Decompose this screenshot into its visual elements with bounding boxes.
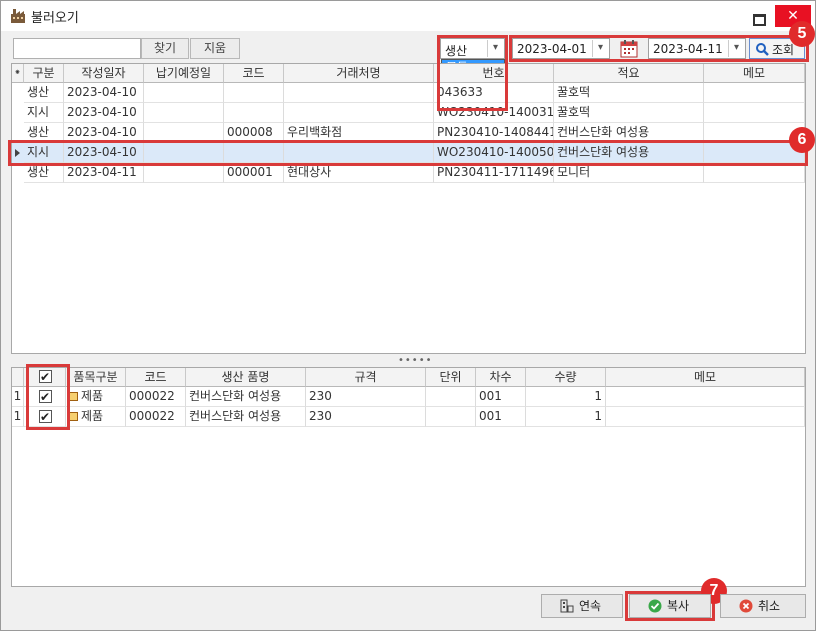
table-cell[interactable]: 000022 (126, 387, 186, 407)
highlight-box-checkboxes (26, 364, 70, 430)
cancel-label: 취소 (758, 599, 781, 613)
title-bar: 불러오기 ✕ (1, 1, 815, 31)
factory-icon (11, 9, 25, 23)
col-header-memo[interactable]: 메모 (704, 64, 805, 83)
table-cell[interactable] (426, 407, 476, 427)
check-circle-icon (648, 599, 662, 613)
table-cell[interactable]: 230 (306, 387, 426, 407)
table-cell[interactable]: 모니터 (554, 163, 704, 183)
table-cell[interactable]: 꿀호떡 (554, 103, 704, 123)
grid-corner: ⁕ (12, 64, 24, 83)
table-row[interactable]: 1제품000022컨버스단화 여성용2300011 (12, 387, 805, 407)
col-header-type[interactable]: 구분 (24, 64, 64, 83)
search-input[interactable] (13, 38, 141, 59)
table-row[interactable]: 1제품000022컨버스단화 여성용2300011 (12, 407, 805, 427)
table-cell[interactable]: 1 (526, 407, 606, 427)
table-cell[interactable]: 1 (526, 387, 606, 407)
table-cell[interactable] (606, 407, 805, 427)
copy-label: 복사 (667, 599, 690, 613)
col-header-product-name[interactable]: 생산 품명 (186, 368, 306, 387)
step-badge-6: 6 (789, 127, 815, 153)
table-cell[interactable]: 000022 (126, 407, 186, 427)
table-cell[interactable] (144, 103, 224, 123)
minimize-button[interactable] (746, 6, 770, 26)
table-cell[interactable] (704, 163, 805, 183)
table-cell[interactable] (426, 387, 476, 407)
item-type-label: 제품 (81, 409, 104, 423)
col-header-client[interactable]: 거래처명 (284, 64, 434, 83)
product-icon (69, 412, 78, 421)
table-cell[interactable] (284, 103, 434, 123)
table-row[interactable]: 지시2023-04-10WO230410-14003190꿀호떡 (12, 103, 805, 123)
item-type-label: 제품 (81, 389, 104, 403)
table-cell[interactable]: 지시 (24, 103, 64, 123)
col-header-item-type[interactable]: 품목구분 (66, 368, 126, 387)
continuous-label: 연속 (579, 599, 602, 613)
table-cell[interactable]: 2023-04-10 (64, 103, 144, 123)
grid-corner (12, 368, 24, 387)
product-icon (69, 392, 78, 401)
table-cell[interactable] (284, 83, 434, 103)
table-row[interactable]: 생산 2023-04-11 000001 현대상사 PN230411-17114967 모… (12, 163, 805, 183)
table-cell[interactable]: 000001 (224, 163, 284, 183)
splitter-handle[interactable]: ••••• (398, 355, 433, 366)
row-number: 1 (12, 407, 24, 427)
table-cell[interactable] (144, 163, 224, 183)
highlight-box-type (437, 35, 508, 111)
table-cell[interactable]: 제품 (66, 387, 126, 407)
table-cell[interactable]: 001 (476, 387, 526, 407)
find-button[interactable]: 찾기 (141, 38, 189, 59)
table-cell[interactable]: PN230411-17114967 (434, 163, 554, 183)
col-header-unit[interactable]: 단위 (426, 368, 476, 387)
item-detail-grid: 품목구분 코드 생산 품명 규격 단위 차수 수량 메모 1 제품 000022컨버… (11, 367, 806, 587)
table-cell[interactable]: 제품 (66, 407, 126, 427)
table-cell[interactable]: 001 (476, 407, 526, 427)
col-header-quantity[interactable]: 수량 (526, 368, 606, 387)
col-header-code[interactable]: 코드 (224, 64, 284, 83)
table-cell[interactable]: 230 (306, 407, 426, 427)
col-header-item-memo[interactable]: 메모 (606, 368, 805, 387)
col-header-summary[interactable]: 적요 (554, 64, 704, 83)
continuous-icon (560, 599, 574, 613)
table-cell[interactable] (224, 103, 284, 123)
table-cell[interactable] (606, 387, 805, 407)
table-cell[interactable]: 2023-04-11 (64, 163, 144, 183)
step-badge-5: 5 (789, 21, 815, 47)
col-header-spec[interactable]: 규격 (306, 368, 426, 387)
table-cell[interactable]: 컨버스단화 여성용 (186, 407, 306, 427)
cancel-icon (739, 599, 753, 613)
col-header-date[interactable]: 작성일자 (64, 64, 144, 83)
continuous-button[interactable]: 연속 (541, 594, 623, 618)
table-row[interactable]: 생산 2023-04-10 043633 꿀호떡 (12, 83, 805, 103)
table-cell[interactable]: 꿀호떡 (554, 83, 704, 103)
table-cell[interactable] (704, 83, 805, 103)
table-cell[interactable]: 컨버스단화 여성용 (186, 387, 306, 407)
table-cell[interactable] (144, 83, 224, 103)
clear-button[interactable]: 지움 (190, 38, 240, 59)
copy-button[interactable]: 복사 (629, 594, 711, 618)
col-header-due-date[interactable]: 납기예정일 (144, 64, 224, 83)
table-cell[interactable]: 2023-04-10 (64, 83, 144, 103)
highlight-box-selected-row (8, 140, 808, 166)
row-number: 1 (12, 387, 24, 407)
table-cell[interactable] (704, 103, 805, 123)
import-dialog: 불러오기 ✕ 찾기 지움 생산 ▾ 모두 지시 생산 2023-04-01 ▾ … (0, 0, 816, 631)
table-cell[interactable]: 현대상사 (284, 163, 434, 183)
cancel-button[interactable]: 취소 (720, 594, 806, 618)
table-cell[interactable]: 생산 (24, 83, 64, 103)
window-title: 불러오기 (31, 11, 79, 26)
col-header-round[interactable]: 차수 (476, 368, 526, 387)
col-header-item-code[interactable]: 코드 (126, 368, 186, 387)
document-list-grid: ⁕ 구분 작성일자 납기예정일 코드 거래처명 번호 적요 메모 생산 2023-… (11, 63, 806, 354)
table-cell[interactable]: 생산 (24, 163, 64, 183)
highlight-box-dates (509, 35, 809, 62)
table-cell[interactable] (224, 83, 284, 103)
